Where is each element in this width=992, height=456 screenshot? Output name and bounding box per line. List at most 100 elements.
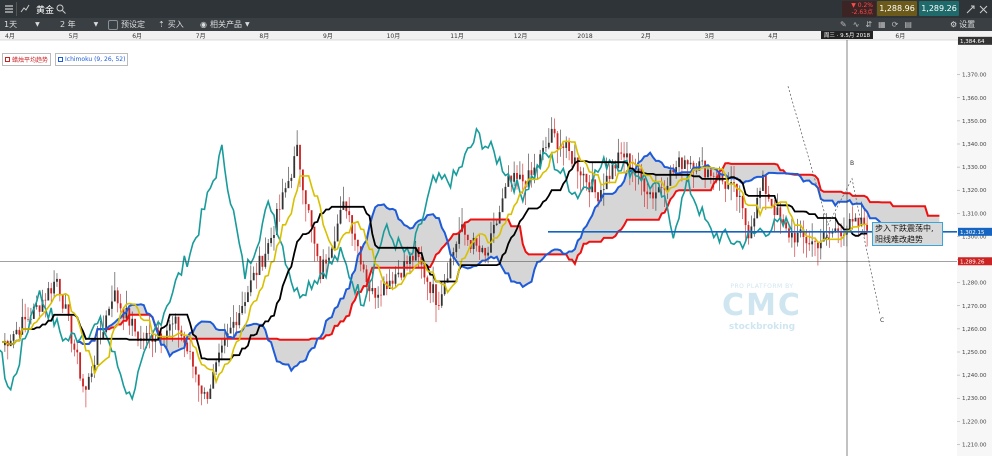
candle-body <box>770 198 773 206</box>
y-tick-label: 1,370.00 <box>962 73 987 79</box>
buy-price-button[interactable]: 1,289.26 <box>919 1 959 16</box>
candle-body <box>597 192 599 202</box>
candle-body <box>316 243 319 257</box>
menu-icon[interactable] <box>4 0 14 18</box>
y-tick-label: 1,330.00 <box>962 165 987 171</box>
candle-body <box>773 205 776 216</box>
candle-body <box>440 294 443 306</box>
candle-body <box>287 180 290 189</box>
legend-item-ichimoku[interactable]: Ichimoku (9, 26, 52) <box>55 53 129 66</box>
candle-body <box>487 252 489 256</box>
candle-body <box>545 147 547 148</box>
sell-price-button[interactable]: 1,288.96 <box>877 1 917 16</box>
candle-body <box>249 280 252 293</box>
candle-body <box>304 190 307 205</box>
candle-body <box>727 184 730 189</box>
candle-body <box>229 327 232 334</box>
candle-body <box>400 272 403 278</box>
wave-label: B <box>850 160 854 167</box>
candle-body <box>177 316 180 331</box>
candle-body <box>200 385 203 394</box>
expand-icon[interactable] <box>966 0 975 18</box>
candle-body <box>255 272 258 276</box>
candle-body <box>837 228 840 232</box>
candle-body <box>709 169 712 176</box>
candle-body <box>223 339 226 346</box>
candle-body <box>111 301 113 309</box>
candle-body <box>131 318 134 326</box>
candle-body <box>174 316 177 324</box>
candle-body <box>113 290 116 302</box>
candle-body <box>244 302 246 306</box>
chart-type-icon[interactable] <box>20 0 30 18</box>
y-tick-label: 1,260.00 <box>962 327 987 333</box>
settings-label: 设置 <box>959 20 976 29</box>
price-chart[interactable]: 4月5月6月7月8月9月10月11月12月20182月3月4月5月6月1,210… <box>0 31 992 456</box>
candle-body <box>550 128 553 143</box>
candle-body <box>354 233 356 240</box>
search-icon[interactable] <box>56 0 66 18</box>
x-tick-label: 11月 <box>450 33 464 40</box>
candle-body <box>342 201 345 210</box>
preset-icon <box>108 19 118 30</box>
instrument-name[interactable]: 黄金 <box>36 0 54 18</box>
candle-body <box>134 318 136 332</box>
candle-body <box>348 211 351 216</box>
candle-body <box>397 272 400 275</box>
candle-body <box>258 255 261 276</box>
refresh-icon[interactable]: ⟳ <box>892 20 899 29</box>
candle-body <box>669 170 672 186</box>
candle-body <box>270 237 272 244</box>
annotation-line2: 阳线难改趋势 <box>875 235 923 244</box>
range-select[interactable]: 2 年 ▼ <box>60 18 98 31</box>
annotation-box[interactable]: 步入下跌震荡中, 阳线难改趋势 <box>872 222 943 246</box>
legend-swatch <box>58 57 64 62</box>
buy-button[interactable]: ⇡ 买入 <box>158 18 184 31</box>
y-tick-label: 1,280.00 <box>962 281 987 287</box>
annotation-line1: 步入下跌震荡中, <box>875 224 934 233</box>
candle-body <box>495 223 498 225</box>
candle-body <box>857 217 860 226</box>
grid-icon[interactable]: ▦ <box>878 20 886 29</box>
pencil-icon[interactable]: ✎ <box>840 20 847 29</box>
candle-body <box>38 305 41 312</box>
indicator-icon[interactable]: ∿ <box>853 20 860 29</box>
candle-body <box>119 303 122 309</box>
candle-body <box>27 319 29 320</box>
candle-body <box>695 170 698 172</box>
candle-body <box>481 247 484 253</box>
candle-body <box>330 248 333 258</box>
candle-body <box>435 284 437 306</box>
related-products-button[interactable]: ◉ 相关产品 ▼ <box>200 18 250 31</box>
settings-button[interactable]: ⚙ 设置 <box>950 18 975 31</box>
candle-body <box>232 321 235 328</box>
preset-button[interactable]: 预设定 <box>108 18 145 31</box>
candle-body <box>712 175 715 177</box>
candle-body <box>64 304 67 309</box>
x-tick-label: 4月 <box>5 33 15 40</box>
layout-icon[interactable]: ▤ <box>904 20 912 29</box>
close-icon[interactable] <box>979 0 988 18</box>
legend-item-candles[interactable]: 蜡烛平均趋势 <box>2 53 52 66</box>
candle-body <box>759 190 761 198</box>
candle-body <box>284 188 287 193</box>
candle-body <box>426 277 429 282</box>
candle-body <box>576 157 579 172</box>
candle-body <box>362 264 365 270</box>
range-label: 2 年 <box>60 20 76 29</box>
candle-body <box>793 232 796 243</box>
candle-body <box>437 305 440 306</box>
x-tick-label: 10月 <box>387 33 401 40</box>
candle-body <box>302 169 304 191</box>
candle-body <box>148 332 151 334</box>
change-abs: -2.63点 <box>851 9 873 16</box>
change-pct: ▼ 0.2% <box>851 2 873 9</box>
candle-body <box>85 386 87 390</box>
compare-icon[interactable]: ⇵ <box>865 20 872 29</box>
x-tick-label: 12月 <box>514 33 528 40</box>
candle-body <box>521 174 524 182</box>
timeframe-select[interactable]: 1天 ▼ <box>4 18 40 31</box>
preset-label: 预设定 <box>121 20 145 29</box>
chevron-down-icon: ▼ <box>93 21 99 28</box>
candle-body <box>374 288 377 298</box>
